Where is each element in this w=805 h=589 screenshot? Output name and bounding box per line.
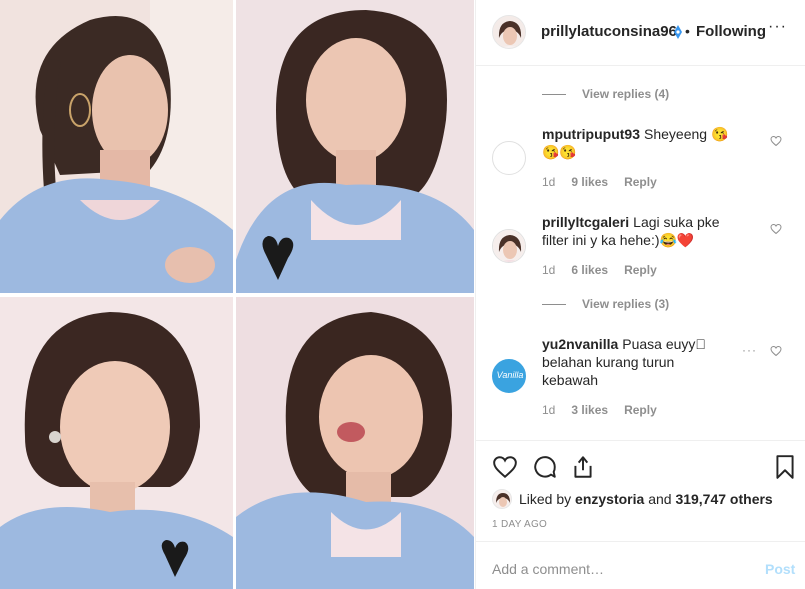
photo-tile-4[interactable]	[236, 297, 474, 589]
comment-time[interactable]: 1d	[542, 263, 555, 277]
post-header: prillylatuconsina96 • Following ···	[476, 0, 805, 66]
post-sidebar: prillylatuconsina96 • Following ··· View…	[475, 0, 805, 589]
commenter-avatar[interactable]	[492, 229, 526, 263]
reply-button[interactable]: Reply	[624, 403, 657, 417]
author-username[interactable]: prillylatuconsina96	[541, 23, 677, 40]
post-media[interactable]	[0, 0, 474, 589]
photo-illustration	[0, 0, 233, 293]
following-button[interactable]: Following	[696, 23, 766, 40]
photo-illustration	[236, 0, 474, 293]
comment-time[interactable]: 1d	[542, 403, 555, 417]
likes-count[interactable]: 319,747 others	[675, 491, 772, 507]
photo-illustration	[0, 297, 233, 589]
comment-likes[interactable]: 9 likes	[571, 175, 608, 189]
save-bookmark-icon[interactable]	[772, 454, 798, 480]
like-heart-icon[interactable]	[492, 454, 518, 480]
liked-by-prefix: Liked by	[519, 491, 572, 507]
reply-button[interactable]: Reply	[624, 175, 657, 189]
post-actions: Liked by enzystoria and 319,747 others 1…	[476, 440, 805, 589]
photo-tile-2[interactable]	[236, 0, 474, 293]
comment-text: prillyltcgaleri Lagi suka pke filter ini …	[542, 213, 742, 249]
commenter-avatar[interactable]: Vanilla	[492, 359, 526, 393]
liker-avatar[interactable]	[492, 489, 512, 509]
avatar-logo-text: Vanilla	[496, 370, 524, 380]
view-replies-button[interactable]: View replies (3)	[542, 297, 669, 311]
liked-by-and: and	[648, 491, 672, 507]
divider-line	[542, 93, 566, 95]
like-comment-heart-icon[interactable]	[770, 135, 782, 147]
photo-tile-1[interactable]	[0, 0, 233, 293]
view-replies-label: View replies (3)	[582, 297, 670, 311]
view-replies-button[interactable]: View replies (4)	[542, 87, 669, 101]
comment-meta: 1d 3 likes Reply	[542, 403, 673, 417]
comment-text: mputripuput93 Sheyeeng 😘😘😘	[542, 125, 742, 161]
comment-text: yu2nvanilla Puasa euyy􀀀 belahan kurang tu…	[542, 335, 732, 389]
like-comment-heart-icon[interactable]	[770, 223, 782, 235]
commenter-avatar[interactable]	[492, 141, 526, 175]
photo-illustration	[236, 297, 474, 589]
post-timestamp[interactable]: 1 DAY AGO	[492, 519, 547, 530]
comment-more-options-icon[interactable]: ···	[742, 343, 757, 357]
verified-badge-icon	[674, 25, 682, 39]
comment-username[interactable]: prillyltcgaleri	[542, 214, 629, 230]
more-options-icon[interactable]: ···	[768, 18, 787, 36]
likes-summary: Liked by enzystoria and 319,747 others	[492, 489, 773, 509]
reply-button[interactable]: Reply	[624, 263, 657, 277]
comment-likes[interactable]: 3 likes	[571, 403, 608, 417]
add-comment-bar: Add a comment… Post	[476, 541, 805, 589]
comment-username[interactable]: yu2nvanilla	[542, 336, 618, 352]
comment-meta: 1d 9 likes Reply	[542, 175, 673, 189]
like-comment-heart-icon[interactable]	[770, 345, 782, 357]
photo-tile-3[interactable]	[0, 297, 233, 589]
comment-time[interactable]: 1d	[542, 175, 555, 189]
comment-meta: 1d 6 likes Reply	[542, 263, 673, 277]
separator-dot: •	[685, 23, 690, 39]
comment-bubble-icon[interactable]	[532, 454, 558, 480]
comment-username[interactable]: mputripuput93	[542, 126, 640, 142]
post-comment-button[interactable]: Post	[765, 561, 795, 577]
comment-input[interactable]: Add a comment…	[492, 561, 604, 577]
share-icon[interactable]	[570, 454, 596, 480]
comment-likes[interactable]: 6 likes	[571, 263, 608, 277]
divider-line	[542, 303, 566, 305]
liked-by-user[interactable]: enzystoria	[575, 491, 644, 507]
view-replies-label: View replies (4)	[582, 87, 670, 101]
author-avatar[interactable]	[492, 15, 526, 49]
